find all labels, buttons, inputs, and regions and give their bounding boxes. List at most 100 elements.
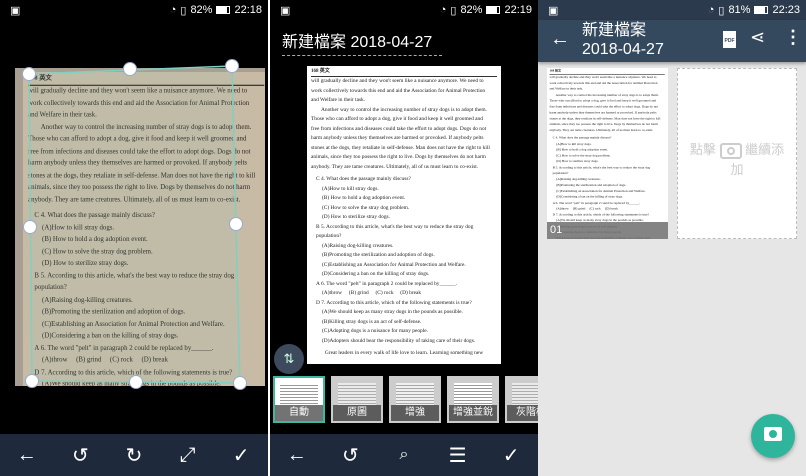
- crop-toolbar: ← ↺ ↻ ⤢ ✓: [0, 434, 268, 476]
- scanned-document-page: 168 英文 will gradually decline and they w…: [547, 68, 668, 239]
- camera-fab[interactable]: [751, 414, 795, 458]
- document-title-input[interactable]: 新建檔案 2018-04-27: [282, 28, 442, 56]
- filter-original[interactable]: 原圖: [331, 376, 383, 423]
- battery-percent: 81%: [728, 4, 751, 16]
- question: 6. The word "pelt" in paragraph 2 could …: [320, 280, 458, 287]
- doc-line: anybody. They are tame creatures. Ultima…: [311, 163, 479, 170]
- battery-icon: [486, 6, 501, 14]
- rotate-left-icon[interactable]: ↺: [333, 443, 367, 468]
- answer: B: [552, 165, 555, 170]
- ocr-search-icon[interactable]: ⌕: [387, 446, 421, 464]
- page-number-label: 01: [547, 222, 668, 239]
- option: (A)throw (B) grind (C) rock (D) break: [322, 290, 422, 296]
- doc-line: Those who can afford to adopt a dog, giv…: [549, 99, 657, 103]
- answer: A: [316, 280, 320, 287]
- scanned-document-page: 168 英文 will gradually decline and they w…: [307, 66, 501, 361]
- doc-line: animals, since they too possess the righ…: [549, 122, 658, 127]
- expand-crop-icon[interactable]: ⤢: [171, 444, 205, 467]
- crop-handle-bottom-left[interactable]: [25, 374, 39, 388]
- back-arrow-icon[interactable]: ←: [280, 444, 314, 467]
- back-arrow-icon[interactable]: ←: [550, 28, 570, 51]
- wifi-icon: ◔: [707, 4, 715, 16]
- doc-line: work collectively towards this end and a…: [311, 87, 486, 94]
- option: (D) How to sterilize stray dogs.: [322, 214, 390, 220]
- status-bar: ▣ ◔ ▯ 82% 22:19: [270, 0, 538, 20]
- compare-toggle-button[interactable]: ⇅: [274, 344, 304, 374]
- doc-line: harm anybody unless they themselves are …: [311, 135, 484, 141]
- crop-handle-top-left[interactable]: [22, 67, 36, 81]
- camera-icon: [719, 142, 742, 159]
- option: (B)Promoting the sterilization and adopt…: [322, 252, 435, 258]
- adjust-sliders-icon[interactable]: ☰: [441, 443, 475, 468]
- filter-auto[interactable]: 自動: [273, 376, 325, 423]
- filter-enhance[interactable]: 增強: [389, 376, 441, 423]
- crop-screen: ▣ ◔ ▯ 82% 22:18 168 英文 will gradually de…: [0, 0, 268, 476]
- answer: C: [316, 176, 320, 182]
- status-bar: ▣ ◔ ▯ 81% 22:23: [538, 0, 806, 20]
- gallery-icon: ▣: [548, 4, 559, 17]
- doc-line: will gradually decline and they won't se…: [311, 78, 484, 84]
- doc-line: harm anybody unless they themselves are …: [549, 110, 657, 115]
- crop-handle-top-right[interactable]: [225, 59, 239, 73]
- answer: D: [552, 212, 556, 217]
- page-title: 新建檔案 2018-04-27: [582, 21, 664, 59]
- doc-line: anybody. They are tame creatures. Ultima…: [549, 128, 654, 133]
- gallery-icon: ▣: [280, 4, 291, 17]
- filter-toolbar: ← ↺ ⌕ ☰ ✓: [270, 434, 538, 476]
- crop-handle-bottom-right[interactable]: [233, 376, 247, 390]
- question: 6. The word "pelt" in paragraph 2 could …: [555, 200, 641, 205]
- question: 5. According to this article, what's the…: [552, 165, 651, 176]
- option: (D)Considering a ban on the killing of s…: [322, 271, 430, 277]
- option: (A)We should keep as many stray dogs in …: [322, 309, 463, 315]
- doc-line: and Welfare in their task.: [311, 97, 366, 103]
- add-page-placeholder[interactable]: 點擊 繼續添 加: [677, 68, 797, 239]
- doc-line: will gradually decline and they won't se…: [549, 75, 657, 80]
- pdf-icon[interactable]: PDF: [723, 31, 736, 48]
- question: 5. According to this article, what's the…: [316, 223, 474, 240]
- question: 4. What does the passage mainly discuss?: [555, 136, 612, 140]
- option: (B) How to hold a dog adoption event.: [322, 195, 406, 201]
- battery-icon: [754, 6, 769, 14]
- confirm-check-icon[interactable]: ✓: [224, 443, 258, 468]
- title-date: 2018-04-27: [582, 41, 664, 58]
- option: (D)Adopters should bear the responsibili…: [322, 337, 476, 344]
- filter-grayscale[interactable]: 灰階模: [505, 376, 538, 423]
- crop-handle-top[interactable]: [123, 62, 137, 76]
- page-thumbnail[interactable]: 168 英文 will gradually decline and they w…: [547, 68, 668, 239]
- doc-footer: Great leaders in every walk of life love…: [324, 350, 484, 356]
- confirm-check-icon[interactable]: ✓: [494, 443, 528, 468]
- clock: 22:19: [504, 4, 532, 16]
- question: 7. According to this article, which of t…: [555, 212, 650, 217]
- option: (B)Killing stray dogs is an act of self-…: [322, 318, 422, 325]
- add-hint-text: 繼續添: [745, 142, 785, 157]
- share-icon[interactable]: ⋖: [750, 27, 765, 48]
- more-options-icon[interactable]: ⋮: [784, 27, 802, 48]
- option: (C) How to solve the stray dog problem.: [322, 204, 410, 211]
- answer: A: [552, 200, 555, 205]
- crop-handle-left[interactable]: [23, 220, 37, 234]
- option: (A)Raising dog-killing creatures.: [322, 242, 394, 249]
- doc-line: free from infections and diseases could …: [311, 125, 487, 132]
- crop-handle-right[interactable]: [229, 217, 243, 231]
- answer: B: [316, 223, 320, 230]
- filter-enhance-sharpen[interactable]: 增強並銳化: [447, 376, 499, 423]
- back-arrow-icon[interactable]: ←: [10, 444, 44, 467]
- add-hint-text: 加: [730, 161, 744, 177]
- option: (C)Adopting dogs is a nuisance for many …: [322, 328, 428, 334]
- option: (A)How to kill stray dogs.: [322, 185, 379, 192]
- sim-icon: ▯: [718, 4, 725, 17]
- doc-line: Those who can afford to adopt a dog, giv…: [311, 116, 483, 122]
- battery-percent: 82%: [460, 4, 483, 16]
- camera-icon: [764, 427, 782, 441]
- document-pages-screen: ▣ ◔ ▯ 81% 22:23 ← 新建檔案 2018-04-27 PDF ⋖ …: [538, 0, 806, 476]
- app-bar: ← 新建檔案 2018-04-27 PDF ⋖ ⋮: [538, 20, 806, 62]
- rotate-left-icon[interactable]: ↺: [63, 443, 97, 468]
- rotate-right-icon[interactable]: ↻: [117, 443, 151, 468]
- option: (C)Establishing an Association for Anima…: [322, 261, 466, 268]
- answer: C: [552, 136, 555, 140]
- doc-line: stones at the dogs, they retaliate in se…: [311, 144, 490, 151]
- sim-icon: ▯: [450, 4, 457, 17]
- wifi-icon: ◔: [439, 4, 447, 16]
- crop-handle-bottom[interactable]: [129, 375, 143, 389]
- add-hint-text: 點擊: [689, 142, 716, 157]
